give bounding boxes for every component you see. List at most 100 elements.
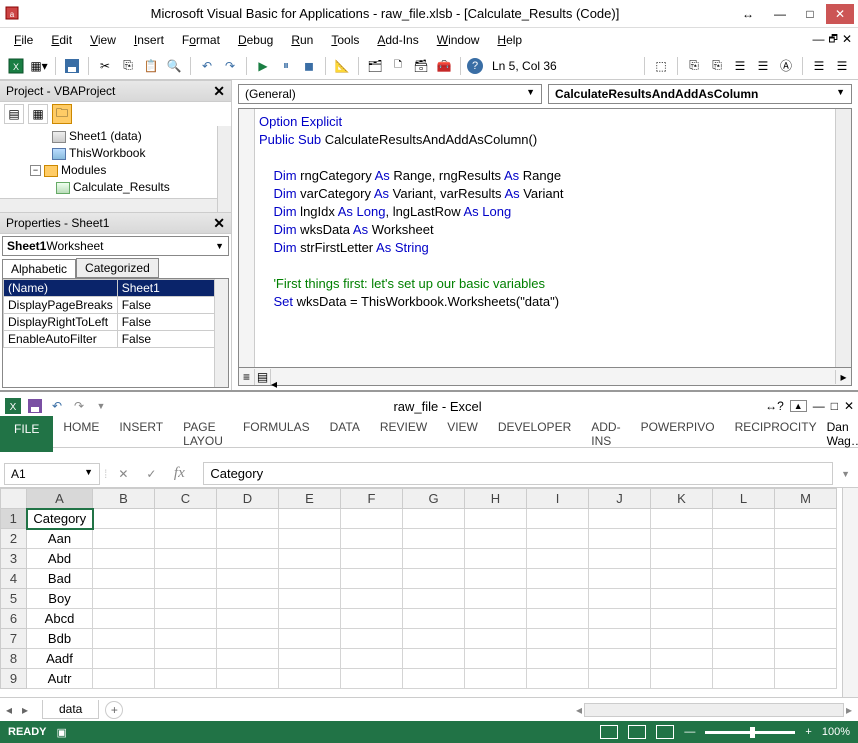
menu-window[interactable]: Window	[429, 31, 488, 49]
copy-button[interactable]: ⎘	[118, 56, 138, 76]
property-row[interactable]: EnableAutoFilterFalse	[4, 331, 228, 348]
cell-E2[interactable]	[279, 529, 341, 549]
cell-C7[interactable]	[155, 629, 217, 649]
cell-B4[interactable]	[93, 569, 155, 589]
cell-I4[interactable]	[527, 569, 589, 589]
break-button[interactable]: ⏸	[276, 56, 296, 76]
tool-extra-2[interactable]: ⎘	[684, 56, 704, 76]
cell-I2[interactable]	[527, 529, 589, 549]
ribbon-tab-add-ins[interactable]: ADD-INS	[581, 416, 630, 452]
code-text[interactable]: Option ExplicitPublic Sub CalculateResul…	[259, 113, 831, 311]
cell-I8[interactable]	[527, 649, 589, 669]
cell-G7[interactable]	[403, 629, 465, 649]
column-header-C[interactable]: C	[155, 489, 217, 509]
mdi-restore-button[interactable]: 🗗	[829, 32, 838, 49]
cell-L5[interactable]	[713, 589, 775, 609]
cell-I5[interactable]	[527, 589, 589, 609]
menu-view[interactable]: View	[82, 31, 124, 49]
qat-undo-button[interactable]: ↶	[48, 397, 66, 415]
properties-object-combo[interactable]: Sheet1 Worksheet ▼	[2, 236, 229, 256]
cell-J5[interactable]	[589, 589, 651, 609]
cell-J2[interactable]	[589, 529, 651, 549]
cell-F6[interactable]	[341, 609, 403, 629]
page-break-view-button[interactable]	[656, 725, 674, 739]
ribbon-tab-powerpivo[interactable]: POWERPIVO	[631, 416, 725, 452]
cell-F1[interactable]	[341, 509, 403, 529]
tree-hscrollbar[interactable]	[0, 198, 217, 212]
code-editor[interactable]: Option ExplicitPublic Sub CalculateResul…	[238, 108, 852, 368]
cancel-formula-button[interactable]: ✕	[111, 463, 135, 485]
cell-M9[interactable]	[775, 669, 837, 689]
tree-node-modules[interactable]: Modules	[61, 163, 106, 177]
tab-categorized[interactable]: Categorized	[76, 258, 159, 278]
save-button[interactable]	[62, 56, 82, 76]
qat-save-button[interactable]	[26, 397, 44, 415]
excel-minimize-button[interactable]: —	[813, 399, 825, 413]
row-header-3[interactable]: 3	[1, 549, 27, 569]
macro-record-icon[interactable]: ▣	[57, 726, 67, 739]
insert-function-button[interactable]: fx	[167, 463, 191, 485]
row-header-2[interactable]: 2	[1, 529, 27, 549]
cell-L2[interactable]	[713, 529, 775, 549]
cell-B1[interactable]	[93, 509, 155, 529]
cell-F5[interactable]	[341, 589, 403, 609]
cell-G2[interactable]	[403, 529, 465, 549]
column-header-H[interactable]: H	[465, 489, 527, 509]
cell-E5[interactable]	[279, 589, 341, 609]
cell-K2[interactable]	[651, 529, 713, 549]
tool-extra-5[interactable]: ☰	[753, 56, 773, 76]
paste-button[interactable]: 📋	[141, 56, 161, 76]
menu-file[interactable]: File	[6, 31, 41, 49]
mdi-close-button[interactable]: ✕	[842, 32, 852, 49]
cell-L4[interactable]	[713, 569, 775, 589]
cell-F2[interactable]	[341, 529, 403, 549]
cell-E3[interactable]	[279, 549, 341, 569]
row-header-1[interactable]: 1	[1, 509, 27, 529]
cell-J6[interactable]	[589, 609, 651, 629]
cell-C3[interactable]	[155, 549, 217, 569]
restore-arrows-icon[interactable]: ↔	[742, 7, 754, 21]
properties-grid[interactable]: (Name)Sheet1DisplayPageBreaksFalseDispla…	[2, 278, 229, 388]
cell-G1[interactable]	[403, 509, 465, 529]
cell-L8[interactable]	[713, 649, 775, 669]
cell-J7[interactable]	[589, 629, 651, 649]
grid-hscrollbar[interactable]	[584, 703, 844, 717]
row-header-6[interactable]: 6	[1, 609, 27, 629]
design-mode-button[interactable]: 📐	[332, 56, 352, 76]
grid-hscroll-right[interactable]: ▸	[846, 703, 852, 717]
full-module-view-button[interactable]: ▤	[255, 369, 271, 385]
cut-button[interactable]: ✂	[95, 56, 115, 76]
procedure-view-button[interactable]: ≡	[239, 369, 255, 385]
cell-L9[interactable]	[713, 669, 775, 689]
zoom-in-button[interactable]: +	[805, 726, 811, 738]
cell-J9[interactable]	[589, 669, 651, 689]
ribbon-tab-file[interactable]: FILE	[0, 416, 53, 452]
column-header-F[interactable]: F	[341, 489, 403, 509]
ribbon-tab-reciprocity[interactable]: RECIPROCITY	[725, 416, 827, 452]
cell-I6[interactable]	[527, 609, 589, 629]
cell-D4[interactable]	[217, 569, 279, 589]
cell-M8[interactable]	[775, 649, 837, 669]
cell-C1[interactable]	[155, 509, 217, 529]
cell-G9[interactable]	[403, 669, 465, 689]
zoom-slider[interactable]	[705, 731, 795, 734]
row-header-9[interactable]: 9	[1, 669, 27, 689]
cell-B9[interactable]	[93, 669, 155, 689]
project-panel-close-button[interactable]: ✕	[213, 83, 225, 100]
cell-G8[interactable]	[403, 649, 465, 669]
cell-K7[interactable]	[651, 629, 713, 649]
menu-debug[interactable]: Debug	[230, 31, 281, 49]
cell-C9[interactable]	[155, 669, 217, 689]
ribbon-tab-home[interactable]: HOME	[53, 416, 109, 452]
cell-B6[interactable]	[93, 609, 155, 629]
cell-E4[interactable]	[279, 569, 341, 589]
cell-F4[interactable]	[341, 569, 403, 589]
column-header-E[interactable]: E	[279, 489, 341, 509]
cell-K4[interactable]	[651, 569, 713, 589]
cell-C6[interactable]	[155, 609, 217, 629]
cell-F8[interactable]	[341, 649, 403, 669]
project-explorer-button[interactable]: 🗂	[365, 56, 385, 76]
cell-B8[interactable]	[93, 649, 155, 669]
tool-extra-4[interactable]: ☰	[730, 56, 750, 76]
maximize-button[interactable]: □	[796, 4, 824, 24]
